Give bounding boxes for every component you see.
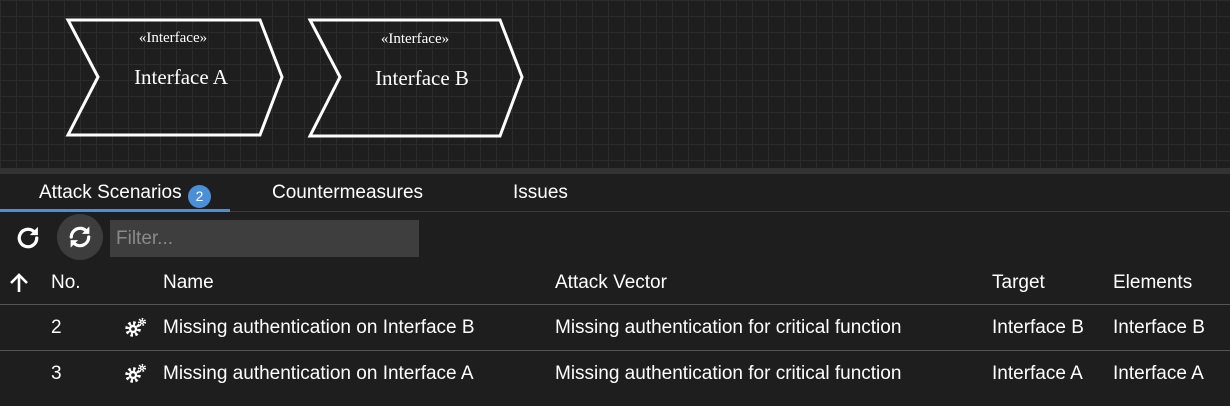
arrow-up-icon — [10, 273, 28, 292]
shape-name: Interface A — [134, 65, 229, 89]
shape-stereotype: «Interface» — [139, 30, 207, 46]
tab-attack-scenarios[interactable]: Attack Scenarios 2 — [0, 174, 230, 212]
row-name: Missing authentication on Interface B — [163, 317, 475, 338]
tab-bar: Attack Scenarios 2 Countermeasures Issue… — [0, 174, 1230, 212]
sync-icon — [69, 226, 91, 248]
row-elements: Interface A — [1113, 363, 1204, 384]
row-elements: Interface B — [1113, 317, 1205, 338]
shape-name: Interface B — [375, 66, 469, 90]
row-attack-vector: Missing authentication for critical func… — [555, 363, 902, 384]
tab-label: Countermeasures — [272, 182, 424, 203]
sync-button[interactable] — [57, 214, 103, 260]
bottom-panel: Attack Scenarios 2 Countermeasures Issue… — [0, 174, 1230, 406]
table-header-row: No. Name Attack Vector Target Elements — [0, 262, 1230, 305]
gears-icon — [124, 351, 150, 396]
attack-scenarios-table: No. Name Attack Vector Target Elements 2… — [0, 262, 1230, 396]
column-header-no[interactable]: No. — [51, 262, 81, 304]
column-header-elements[interactable]: Elements — [1113, 262, 1192, 304]
tab-label: Issues — [513, 182, 568, 203]
row-name: Missing authentication on Interface A — [163, 363, 474, 384]
refresh-button[interactable] — [10, 220, 46, 256]
table-row[interactable]: 3 Missing authentication on Interface A … — [0, 351, 1230, 396]
row-target: Interface A — [992, 363, 1083, 384]
row-attack-vector: Missing authentication for critical func… — [555, 317, 902, 338]
interface-shape-b[interactable]: «Interface» Interface B — [307, 18, 524, 138]
table-row[interactable]: 2 Missing authentication on Interface B … — [0, 305, 1230, 351]
column-header-target[interactable]: Target — [992, 262, 1045, 304]
tab-label: Attack Scenarios — [39, 182, 182, 203]
count-badge: 2 — [188, 185, 211, 208]
interface-shape-a[interactable]: «Interface» Interface A — [65, 18, 284, 137]
diagram-canvas[interactable]: «Interface» Interface A «Interface» Inte… — [0, 0, 1230, 168]
tab-issues[interactable]: Issues — [513, 174, 568, 212]
row-target: Interface B — [992, 317, 1084, 338]
diagram-svg: «Interface» Interface A «Interface» Inte… — [65, 18, 524, 138]
sort-button[interactable] — [9, 262, 31, 304]
toolbar — [0, 214, 1230, 262]
row-number: 2 — [51, 317, 62, 338]
column-header-name[interactable]: Name — [163, 262, 214, 304]
column-header-attack-vector[interactable]: Attack Vector — [555, 262, 667, 304]
shape-stereotype: «Interface» — [381, 31, 449, 47]
gears-icon — [124, 305, 150, 350]
filter-input[interactable] — [110, 220, 419, 257]
row-number: 3 — [51, 363, 62, 384]
tab-countermeasures[interactable]: Countermeasures — [272, 174, 423, 212]
refresh-icon — [17, 226, 39, 249]
